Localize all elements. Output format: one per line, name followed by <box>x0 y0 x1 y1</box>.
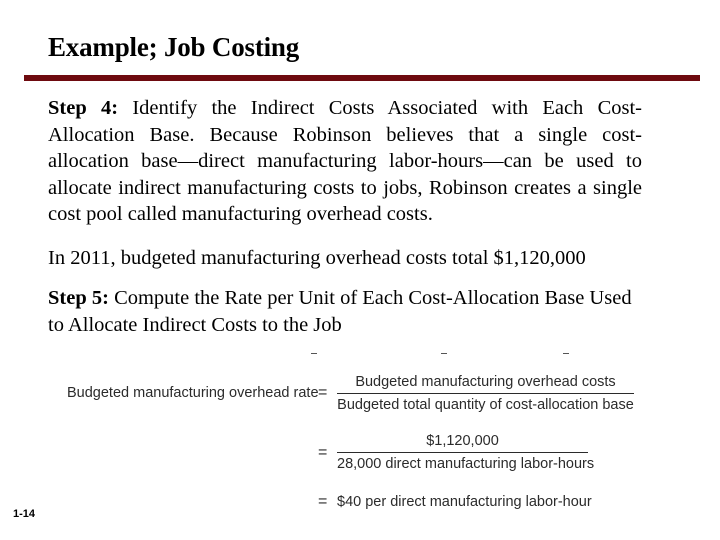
formula-fraction-values: $1,120,000 28,000 direct manufacturing l… <box>337 432 595 473</box>
scan-artifact <box>563 353 569 354</box>
formula-result: $40 per direct manufacturing labor-hour <box>337 494 592 510</box>
scan-artifact <box>441 353 447 354</box>
fraction-denominator: 28,000 direct manufacturing labor-hours <box>337 456 595 472</box>
formula-fraction-general: Budgeted manufacturing overhead costs Bu… <box>337 373 634 414</box>
formula-label: Budgeted manufacturing overhead rate <box>67 385 319 401</box>
fraction-denominator: Budgeted total quantity of cost-allocati… <box>337 397 634 413</box>
step5-label: Step 5: <box>48 287 109 309</box>
step5-text: Compute the Rate per Unit of Each Cost-A… <box>48 287 632 336</box>
title-divider <box>24 75 700 81</box>
equals-sign: = <box>318 444 328 461</box>
step4-paragraph: Step 4: Identify the Indirect Costs Asso… <box>48 95 642 228</box>
overhead-rate-formula: Budgeted manufacturing overhead rate = B… <box>0 340 720 520</box>
fraction-numerator: $1,120,000 <box>426 433 499 449</box>
equals-sign: = <box>318 384 328 401</box>
step4-text: Identify the Indirect Costs Associated w… <box>48 97 642 225</box>
equals-sign: = <box>318 493 328 510</box>
step5-paragraph: Step 5: Compute the Rate per Unit of Eac… <box>48 285 642 338</box>
fraction-numerator: Budgeted manufacturing overhead costs <box>355 374 616 390</box>
slide-title: Example; Job Costing <box>48 32 300 62</box>
fraction-bar <box>337 393 634 394</box>
scan-artifact <box>311 353 317 354</box>
slide-number: 1-14 <box>13 508 36 520</box>
overhead-statement: In 2011, budgeted manufacturing overhead… <box>48 247 586 269</box>
fraction-bar <box>337 452 588 453</box>
step4-label: Step 4: <box>48 97 119 119</box>
